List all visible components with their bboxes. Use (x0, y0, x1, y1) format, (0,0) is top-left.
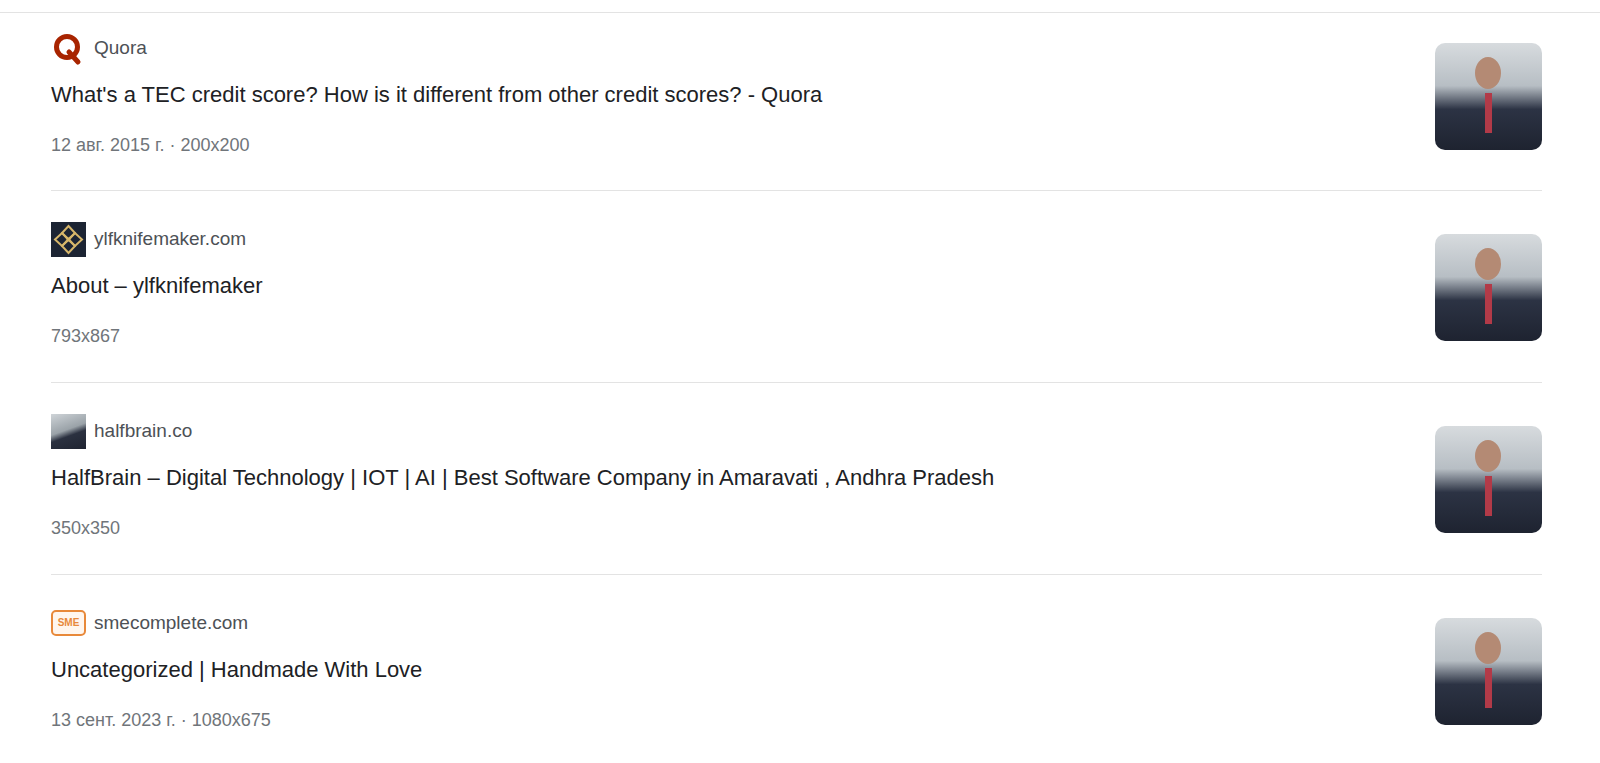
result-meta: 350x350 (51, 515, 1411, 541)
result-title[interactable]: What's a TEC credit score? How is it dif… (51, 80, 1411, 110)
result-text: Quora What's a TEC credit score? How is i… (51, 30, 1435, 158)
thumb-tie (1485, 668, 1492, 708)
thumb-face (1475, 440, 1501, 472)
sme-badge: SME (51, 610, 86, 636)
site-photo-icon (51, 414, 86, 449)
thumb-face (1475, 248, 1501, 280)
result-text: SME smecomplete.com Uncategorized | Handma… (51, 605, 1435, 733)
result-row[interactable]: halfbrain.co HalfBrain – Digital Technolo… (51, 383, 1542, 575)
result-meta: 12 авг. 2015 г. · 200x200 (51, 132, 1411, 158)
source-name[interactable]: ylfknifemaker.com (94, 226, 246, 252)
result-list: Quora What's a TEC credit score? How is i… (0, 13, 1600, 763)
thumb-face (1475, 57, 1501, 89)
thumbnail-photo[interactable] (1435, 426, 1542, 533)
thumb-tie (1485, 284, 1492, 324)
result-row[interactable]: ylfknifemaker.com About – ylfknifemaker 79… (51, 191, 1542, 383)
result-row[interactable]: Quora What's a TEC credit score? How is i… (51, 13, 1542, 191)
photo-block (51, 414, 86, 449)
thumb-tie (1485, 93, 1492, 133)
source-name[interactable]: halfbrain.co (94, 418, 192, 444)
thumb-face (1475, 632, 1501, 664)
quora-logo-icon (51, 31, 86, 66)
source-line[interactable]: ylfknifemaker.com (51, 221, 1411, 257)
thumb-tie (1485, 476, 1492, 516)
source-line[interactable]: SME smecomplete.com (51, 605, 1411, 641)
result-title[interactable]: About – ylfknifemaker (51, 271, 1411, 301)
thumbnail-photo[interactable] (1435, 618, 1542, 725)
result-row[interactable]: SME smecomplete.com Uncategorized | Handma… (51, 575, 1542, 763)
result-title[interactable]: Uncategorized | Handmade With Love (51, 655, 1411, 685)
source-name[interactable]: Quora (94, 35, 147, 61)
result-title[interactable]: HalfBrain – Digital Technology | IOT | A… (51, 463, 1411, 493)
result-meta: 793x867 (51, 323, 1411, 349)
source-line[interactable]: halfbrain.co (51, 413, 1411, 449)
source-name[interactable]: smecomplete.com (94, 610, 248, 636)
result-meta: 13 сент. 2023 г. · 1080x675 (51, 707, 1411, 733)
thumbnail-photo[interactable] (1435, 234, 1542, 341)
source-line[interactable]: Quora (51, 30, 1411, 66)
result-text: ylfknifemaker.com About – ylfknifemaker 79… (51, 221, 1435, 349)
thumbnail-photo[interactable] (1435, 43, 1542, 150)
diamond-logo-icon (51, 222, 86, 257)
result-text: halfbrain.co HalfBrain – Digital Technolo… (51, 413, 1435, 541)
sme-logo-icon: SME (51, 606, 86, 641)
